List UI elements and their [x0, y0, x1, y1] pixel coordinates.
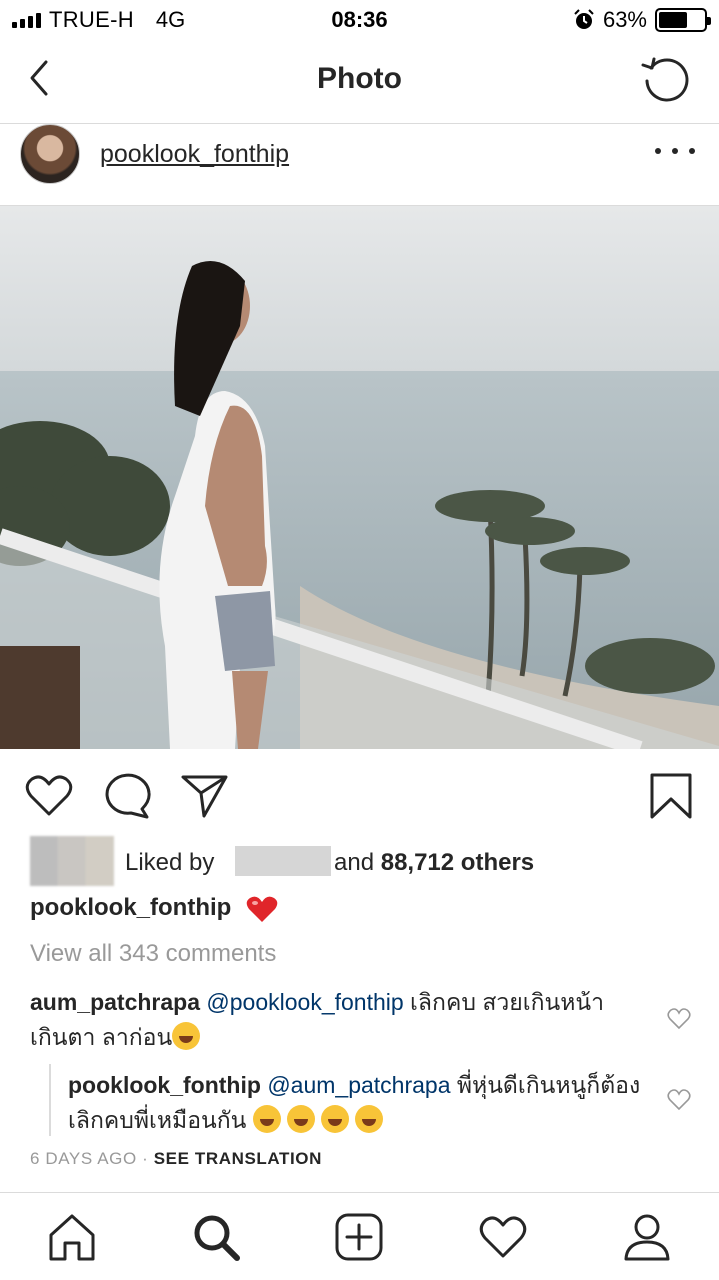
reply-indent-line — [49, 1064, 51, 1136]
bottom-tab-bar — [0, 1192, 719, 1280]
comment-like-icon[interactable] — [667, 1008, 691, 1030]
search-icon[interactable] — [190, 1211, 242, 1263]
comment-reply: pooklook_fonthip @aum_patchrapa พี่หุ่นด… — [68, 1068, 648, 1138]
timestamp: 6 DAYS AGO — [30, 1149, 137, 1168]
comment-mention[interactable]: @pooklook_fonthip — [206, 989, 403, 1015]
heart-icon[interactable] — [24, 771, 74, 821]
liker-avatars-blurred — [30, 836, 114, 886]
view-all-comments-link[interactable]: View all 343 comments — [30, 940, 276, 968]
liker-name-blurred — [235, 846, 331, 876]
activity-heart-icon[interactable] — [477, 1211, 529, 1263]
alarm-icon — [574, 9, 594, 29]
profile-icon[interactable] — [621, 1211, 673, 1263]
post-username[interactable]: pooklook_fonthip — [100, 140, 289, 169]
caption: pooklook_fonthip — [30, 894, 278, 923]
comment: aum_patchrapa @pooklook_fonthip เลิกคบ ส… — [30, 985, 640, 1055]
battery-icon — [655, 8, 711, 32]
comment-username[interactable]: pooklook_fonthip — [68, 1072, 261, 1098]
comment-like-icon[interactable] — [667, 1089, 691, 1111]
liked-by-label: Liked by — [125, 849, 215, 876]
meta-separator: · — [142, 1149, 149, 1168]
bookmark-icon[interactable] — [646, 771, 696, 821]
comment-username[interactable]: aum_patchrapa — [30, 989, 200, 1015]
home-icon[interactable] — [46, 1211, 98, 1263]
see-translation-link[interactable]: SEE TRANSLATION — [154, 1149, 322, 1168]
rofl-emoji — [320, 1105, 349, 1133]
more-dots-icon[interactable] — [655, 136, 695, 166]
caption-username[interactable]: pooklook_fonthip — [30, 894, 231, 921]
post-photo[interactable] — [0, 206, 719, 749]
rofl-emoji — [252, 1105, 281, 1133]
rofl-emoji — [172, 1022, 201, 1050]
rofl-emoji — [286, 1105, 315, 1133]
new-post-icon[interactable] — [333, 1211, 385, 1263]
status-bar: TRUE-H 4G 08:36 63% — [0, 0, 719, 40]
page-title: Photo — [317, 62, 402, 95]
red-heart-emoji — [246, 896, 278, 922]
rofl-emoji — [354, 1105, 383, 1133]
likes-count: and 88,712 others — [334, 849, 535, 876]
post-header: pooklook_fonthip — [0, 124, 719, 206]
post-actions — [0, 749, 719, 841]
battery-percent: 63% — [602, 7, 647, 32]
share-icon[interactable] — [180, 771, 230, 821]
avatar[interactable] — [20, 124, 80, 184]
refresh-icon[interactable] — [639, 54, 693, 108]
comment-icon[interactable] — [102, 771, 152, 821]
likes-row[interactable]: Liked by and 88,712 others — [30, 836, 710, 886]
navigation-bar: Photo — [0, 40, 719, 124]
comment-mention[interactable]: @aum_patchrapa — [267, 1072, 450, 1098]
post-meta: 6 DAYS AGO · SEE TRANSLATION — [30, 1149, 322, 1169]
